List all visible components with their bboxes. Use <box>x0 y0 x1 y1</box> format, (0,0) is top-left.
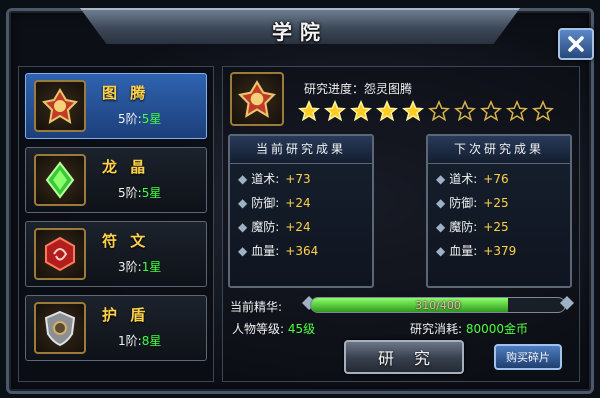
dragon-crystal-icon <box>34 154 86 206</box>
current-result-header: 当前研究成果 <box>230 136 372 164</box>
rune-icon <box>34 228 86 280</box>
sidebar-item-label: 护 盾 <box>102 306 150 324</box>
sidebar-item-label: 龙 晶 <box>102 158 150 176</box>
close-icon <box>568 36 584 52</box>
research-button[interactable]: 研究 <box>344 340 464 374</box>
sidebar-item-label: 符 文 <box>102 232 150 250</box>
star-empty-icon <box>531 99 555 124</box>
window-title: 学院 <box>272 20 328 44</box>
stat-row: ◆ 魔防: +24 <box>238 220 311 234</box>
totem-icon <box>230 72 284 126</box>
sidebar-item-rune[interactable]: 符 文 3阶:1星 <box>25 221 207 287</box>
star-filled-icon <box>401 99 425 124</box>
star-filled-icon <box>349 99 373 124</box>
buy-fragments-button[interactable]: 购买碎片 <box>494 344 562 370</box>
star-empty-icon <box>427 99 451 124</box>
essence-label: 当前精华: <box>230 300 283 314</box>
totem-icon <box>34 80 86 132</box>
sidebar-item-level: 1阶:8星 <box>118 334 162 348</box>
star-rating <box>297 99 558 124</box>
next-result-header: 下次研究成果 <box>428 136 570 164</box>
sidebar-item-dragon-crystal[interactable]: 龙 晶 5阶:5星 <box>25 147 207 213</box>
sidebar-item-label: 图 腾 <box>102 84 150 102</box>
stat-row: ◆ 血量: +364 <box>238 244 319 258</box>
player-level: 人物等级: 45级 <box>232 322 316 336</box>
diamond-icon <box>560 296 574 310</box>
stat-row: ◆ 道术: +76 <box>436 172 509 186</box>
essence-progress-bar: 310/400 <box>310 297 566 313</box>
star-filled-icon <box>375 99 399 124</box>
close-button[interactable] <box>558 28 594 60</box>
star-filled-icon <box>297 99 321 124</box>
stat-row: ◆ 魔防: +25 <box>436 220 509 234</box>
stat-row: ◆ 防御: +25 <box>436 196 509 210</box>
star-empty-icon <box>453 99 477 124</box>
current-result-box: 当前研究成果 ◆ 道术: +73 ◆ 防御: +24 ◆ 魔防: +24 ◆ 血量: +364 <box>228 134 374 288</box>
essence-progress-text: 310/400 <box>415 299 461 312</box>
star-empty-icon <box>505 99 529 124</box>
star-empty-icon <box>479 99 503 124</box>
research-cost: 研究消耗: 80000金币 <box>410 322 529 336</box>
sidebar-item-level: 3阶:1星 <box>118 260 162 274</box>
sidebar-item-shield[interactable]: 护 盾 1阶:8星 <box>25 295 207 361</box>
sidebar-item-level: 5阶:5星 <box>118 112 162 126</box>
next-result-box: 下次研究成果 ◆ 道术: +76 ◆ 防御: +25 ◆ 魔防: +25 ◆ 血量: +379 <box>426 134 572 288</box>
stat-row: ◆ 血量: +379 <box>436 244 517 258</box>
sidebar-item-totem[interactable]: 图 腾 5阶:5星 <box>25 73 207 139</box>
stat-row: ◆ 道术: +73 <box>238 172 311 186</box>
shield-icon <box>34 302 86 354</box>
stat-row: ◆ 防御: +24 <box>238 196 311 210</box>
research-progress-label: 研究进度：怨灵图腾 <box>304 82 413 96</box>
sidebar-item-level: 5阶:5星 <box>118 186 162 200</box>
category-list: 图 腾 5阶:5星 龙 晶 5阶:5星 符 文 3阶:1星 护 盾 1阶:8星 <box>18 66 214 382</box>
star-filled-icon <box>323 99 347 124</box>
